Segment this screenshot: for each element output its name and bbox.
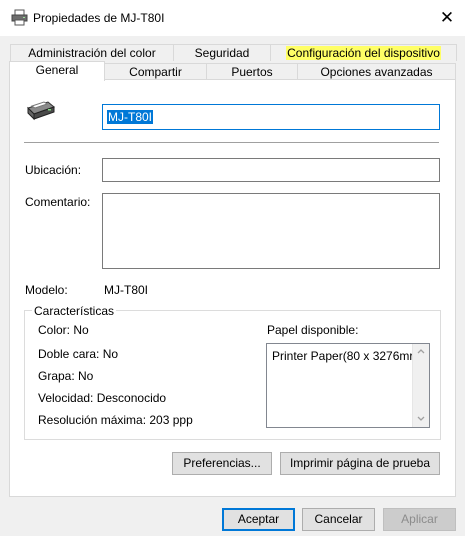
tab-color-management[interactable]: Administración del color [10,44,174,61]
tab-label: Administración del color [28,46,156,60]
cancel-button[interactable]: Cancelar [302,508,375,531]
tab-label: Seguridad [194,46,250,60]
tab-label: Puertos [231,65,273,79]
preferences-button[interactable]: Preferencias... [172,452,272,475]
printer-name-value: MJ-T80I [107,110,154,124]
printer-icon [27,101,55,121]
title-bar: Propiedades de MJ-T80I ✕ [0,0,465,36]
apply-button[interactable]: Aplicar [383,508,456,531]
list-item[interactable]: Printer Paper(80 x 3276mr [272,349,413,363]
tab-advanced-options[interactable]: Opciones avanzadas [297,63,456,80]
chevron-down-icon[interactable] [417,416,425,422]
tab-label: Compartir [129,65,182,79]
feature-speed: Velocidad: Desconocido [38,391,167,405]
location-label: Ubicación: [25,163,82,177]
model-value: MJ-T80I [104,283,149,297]
window-title: Propiedades de MJ-T80I [33,11,165,25]
tab-device-settings[interactable]: Configuración del dispositivo [270,44,457,61]
location-field[interactable] [102,158,440,182]
printer-name-field[interactable]: MJ-T80I [102,104,440,130]
paper-available-label: Papel disponible: [267,323,359,337]
tab-ports[interactable]: Puertos [206,63,298,80]
feature-duplex: Doble cara: No [38,347,119,361]
printer-icon [11,9,28,26]
tab-sharing[interactable]: Compartir [104,63,207,80]
features-legend: Características [32,304,117,318]
tab-security[interactable]: Seguridad [173,44,271,61]
feature-staple: Grapa: No [38,369,94,383]
tab-label: Opciones avanzadas [320,65,433,79]
tab-label: General [35,63,79,77]
chevron-up-icon[interactable] [417,348,425,354]
divider [24,142,439,143]
feature-resolution: Resolución máxima: 203 ppp [38,413,193,427]
accept-button[interactable]: Aceptar [222,508,295,531]
scrollbar[interactable] [412,344,429,427]
feature-color: Color: No [38,323,89,337]
comment-field[interactable] [102,193,440,269]
model-label: Modelo: [25,283,68,297]
print-test-page-button[interactable]: Imprimir página de prueba [280,452,440,475]
paper-listbox[interactable]: Printer Paper(80 x 3276mr [266,343,430,428]
comment-label: Comentario: [25,195,91,209]
tab-label: Configuración del dispositivo [286,46,441,60]
tab-general[interactable]: General [9,61,105,81]
close-icon[interactable]: ✕ [430,3,464,33]
